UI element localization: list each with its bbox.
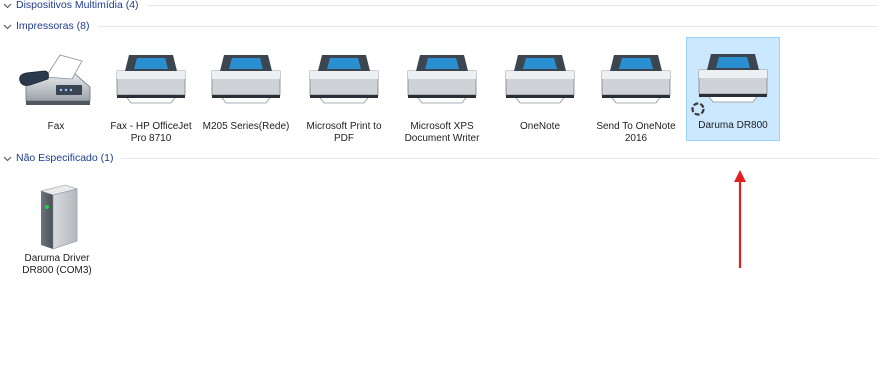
device-name: Microsoft Print to PDF [306,121,382,144]
devices-and-printers-view: Dispositivos Multimídia (4) Impressoras … [0,0,878,381]
chevron-down-icon [3,22,12,31]
printer-icon [505,55,575,104]
device-name: Daruma Driver DR800 (COM3) [22,253,92,276]
group-divider [121,157,878,159]
device-name: M205 Series(Rede) [202,121,290,132]
device-fax-hp-officejet[interactable]: Fax - HP OfficeJet Pro 8710 [104,38,198,144]
group-divider [97,25,878,27]
chevron-down-icon [3,1,12,10]
group-header-unspecified[interactable]: Não Especificado (1) [0,151,878,165]
device-name: Fax [47,121,65,132]
device-daruma-dr800[interactable]: Daruma DR800 [686,37,780,141]
device-name: OneNote [519,121,561,132]
group-header-printers[interactable]: Impressoras (8) [0,19,878,33]
device-microsoft-print-to-pdf[interactable]: Microsoft Print to PDF [297,38,391,144]
device-fax[interactable]: Fax [9,38,103,142]
printer-icon [211,55,281,104]
printer-icon [601,55,671,104]
printer-icon [407,55,477,104]
device-name: Microsoft XPS Document Writer [404,121,480,144]
printer-icon [698,54,768,103]
chevron-down-icon [3,154,12,163]
red-arrow-icon [734,170,746,268]
group-divider [146,4,878,6]
group-label: Não Especificado (1) [16,152,114,164]
group-header-multimedia[interactable]: Dispositivos Multimídia (4) [0,0,878,12]
printer-icon [116,55,186,104]
device-send-to-onenote[interactable]: Send To OneNote 2016 [589,38,683,144]
device-onenote[interactable]: OneNote [493,38,587,142]
device-name: Fax - HP OfficeJet Pro 8710 [110,121,192,144]
device-microsoft-xps-document-writer[interactable]: Microsoft XPS Document Writer [395,38,489,144]
fax-icon [19,54,91,105]
computer-tower-icon [39,184,79,250]
group-label: Impressoras (8) [16,20,90,32]
device-name: Daruma DR800 [698,120,768,131]
group-label: Dispositivos Multimídia (4) [16,0,139,11]
device-name: Send To OneNote 2016 [596,121,676,144]
device-m205-series[interactable]: M205 Series(Rede) [199,38,293,142]
printer-icon [309,55,379,104]
device-daruma-driver-dr800[interactable]: Daruma Driver DR800 (COM3) [10,172,104,276]
busy-cursor-icon [691,102,705,116]
